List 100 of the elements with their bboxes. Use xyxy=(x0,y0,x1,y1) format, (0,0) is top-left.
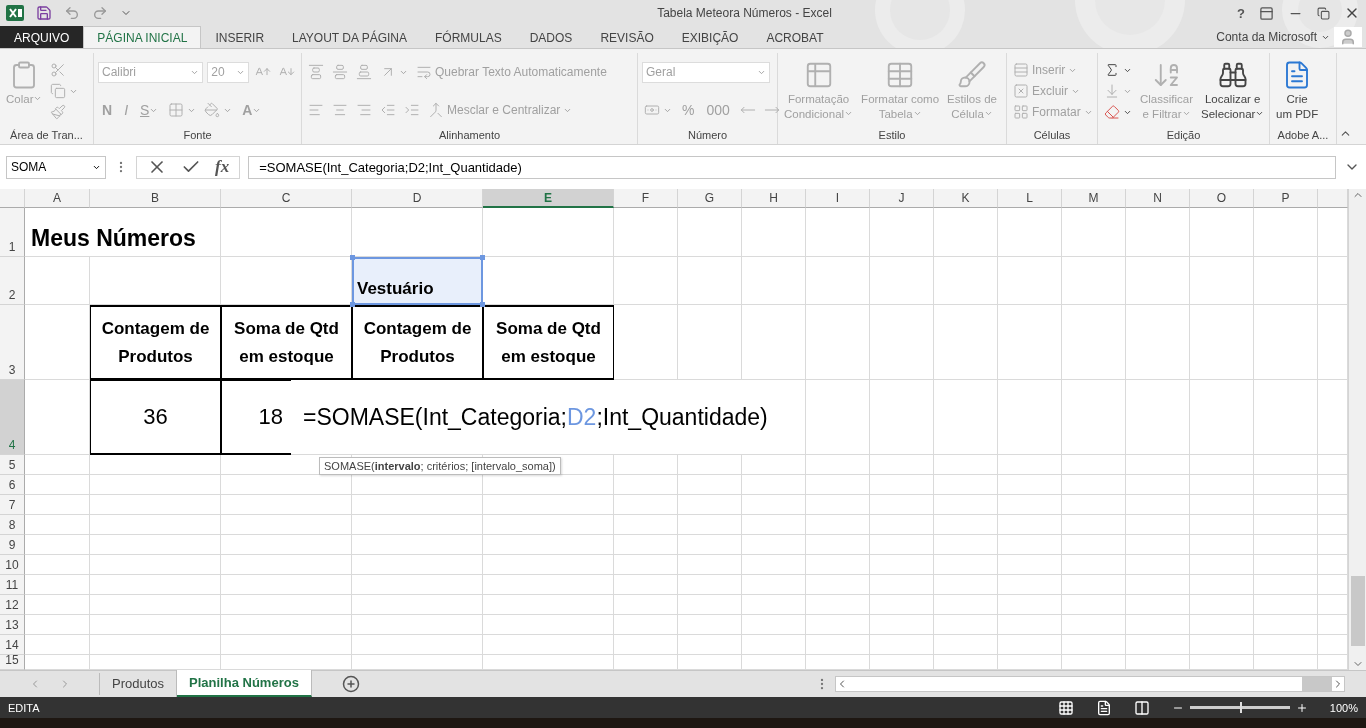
sheet-cell[interactable] xyxy=(870,575,934,595)
avatar-icon[interactable] xyxy=(1334,27,1362,47)
zoom-level[interactable]: 100% xyxy=(1329,701,1358,714)
sheet-cell[interactable] xyxy=(998,455,1062,475)
column-header[interactable]: P xyxy=(1254,189,1318,208)
sheet-cell[interactable] xyxy=(998,635,1062,655)
sheet-cell[interactable] xyxy=(614,515,678,535)
ribbon-tab[interactable]: EXIBIÇÃO xyxy=(667,26,753,48)
sheet-cell[interactable] xyxy=(934,455,998,475)
row-header[interactable]: 11 xyxy=(0,575,25,595)
sheet-cell[interactable] xyxy=(483,208,614,257)
sheet-cell[interactable] xyxy=(806,515,870,535)
horizontal-scrollbar[interactable] xyxy=(835,676,1345,692)
sheet-tab[interactable]: Planilha Números xyxy=(177,670,312,697)
sheet-cell[interactable] xyxy=(742,615,806,635)
sheet-cell[interactable] xyxy=(25,305,90,380)
sheet-cell[interactable] xyxy=(1062,575,1126,595)
column-header[interactable]: O xyxy=(1190,189,1254,208)
save-icon[interactable] xyxy=(36,5,52,21)
sheet-cell[interactable] xyxy=(806,305,870,380)
sheet-cell[interactable] xyxy=(1190,615,1254,635)
sheet-cell[interactable] xyxy=(1254,380,1318,455)
ribbon-tab[interactable]: FÓRMULAS xyxy=(421,26,516,48)
sheet-cell[interactable] xyxy=(678,615,742,635)
sheet-cell[interactable] xyxy=(934,535,998,555)
sheet-cell[interactable] xyxy=(25,257,90,305)
sheet-cell[interactable] xyxy=(806,595,870,615)
sheet-cell[interactable] xyxy=(998,615,1062,635)
sheet-cell[interactable] xyxy=(678,535,742,555)
sheet-cell[interactable] xyxy=(678,595,742,615)
sheet-cell[interactable] xyxy=(1254,595,1318,615)
sheet-cell[interactable] xyxy=(221,208,352,257)
sheet-cell[interactable] xyxy=(483,555,614,575)
sheet-cell[interactable] xyxy=(870,475,934,495)
sheet-cell[interactable] xyxy=(934,615,998,635)
sheet-cell[interactable] xyxy=(870,555,934,575)
sheet-cell[interactable] xyxy=(1126,257,1190,305)
sheet-cell[interactable] xyxy=(806,380,870,455)
name-box[interactable]: SOMA xyxy=(6,155,106,179)
sheet-cell[interactable] xyxy=(1190,575,1254,595)
sheet-cell[interactable] xyxy=(870,380,934,455)
sheet-cell[interactable] xyxy=(934,595,998,615)
sheet-cell[interactable] xyxy=(483,575,614,595)
row-header[interactable]: 1 xyxy=(0,208,25,257)
zoom-thumb[interactable] xyxy=(1239,702,1242,713)
column-header[interactable]: F xyxy=(614,189,678,208)
scroll-thumb[interactable] xyxy=(1302,677,1332,691)
sheet-cell[interactable] xyxy=(90,635,221,655)
sheet-cell[interactable] xyxy=(806,495,870,515)
sheet-cell[interactable] xyxy=(1126,380,1190,455)
page-layout-icon[interactable] xyxy=(1095,699,1112,716)
sheet-cell[interactable] xyxy=(25,495,90,515)
sheet-cell[interactable] xyxy=(934,495,998,515)
sheet-cell[interactable] xyxy=(352,595,483,615)
sheet-cell[interactable] xyxy=(614,555,678,575)
sheet-cell[interactable] xyxy=(614,257,678,305)
sheet-cell[interactable] xyxy=(742,455,806,475)
sheet-cell[interactable] xyxy=(90,555,221,575)
sheet-cell[interactable] xyxy=(998,475,1062,495)
sheet-cell[interactable] xyxy=(25,535,90,555)
sheet-cell[interactable] xyxy=(1254,455,1318,475)
sheet-cell[interactable] xyxy=(614,475,678,495)
sheet-cell[interactable] xyxy=(1062,555,1126,575)
sheet-cell[interactable] xyxy=(998,515,1062,535)
sheet-cell[interactable] xyxy=(352,615,483,635)
table-header-cell[interactable]: Contagem de Produtos xyxy=(90,305,221,380)
sheet-cell[interactable] xyxy=(1126,495,1190,515)
column-header[interactable] xyxy=(1318,189,1348,208)
sheet-cell[interactable] xyxy=(90,575,221,595)
row-header[interactable]: 14 xyxy=(0,635,25,655)
sheet-cell[interactable] xyxy=(678,495,742,515)
sheet-cell[interactable] xyxy=(1126,595,1190,615)
sheet-cell[interactable] xyxy=(1062,257,1126,305)
referenced-cell[interactable]: Vestuário xyxy=(352,257,483,305)
sheet-cell[interactable] xyxy=(25,555,90,575)
sheet-cell[interactable] xyxy=(614,635,678,655)
add-sheet-icon[interactable] xyxy=(341,675,360,693)
sheet-cell[interactable] xyxy=(870,257,934,305)
sheet-cell[interactable] xyxy=(1190,455,1254,475)
sheet-cell[interactable] xyxy=(1190,475,1254,495)
redo-icon[interactable] xyxy=(92,5,108,21)
sheet-cell[interactable] xyxy=(90,495,221,515)
sheet-cell[interactable] xyxy=(870,635,934,655)
row-header[interactable]: 8 xyxy=(0,515,25,535)
sheet-cell[interactable] xyxy=(90,257,221,305)
sheet-cell[interactable] xyxy=(678,515,742,535)
sheet-cell[interactable] xyxy=(1062,455,1126,475)
sheet-cell[interactable] xyxy=(1254,495,1318,515)
sheet-cell[interactable] xyxy=(678,475,742,495)
ribbon-tab[interactable]: REVISÃO xyxy=(586,26,668,48)
sheet-cell[interactable] xyxy=(870,455,934,475)
column-header[interactable]: C xyxy=(221,189,352,208)
column-header[interactable]: A xyxy=(25,189,90,208)
sheet-cell[interactable] xyxy=(352,555,483,575)
sheet-cell[interactable] xyxy=(742,515,806,535)
sheet-cell[interactable] xyxy=(934,305,998,380)
sheet-cell[interactable] xyxy=(934,257,998,305)
sheet-cell[interactable] xyxy=(25,475,90,495)
cell-editor[interactable]: =SOMASE(Int_Categoria;D2;Int_Quantidade) xyxy=(291,380,806,455)
sheet-cell[interactable] xyxy=(870,615,934,635)
